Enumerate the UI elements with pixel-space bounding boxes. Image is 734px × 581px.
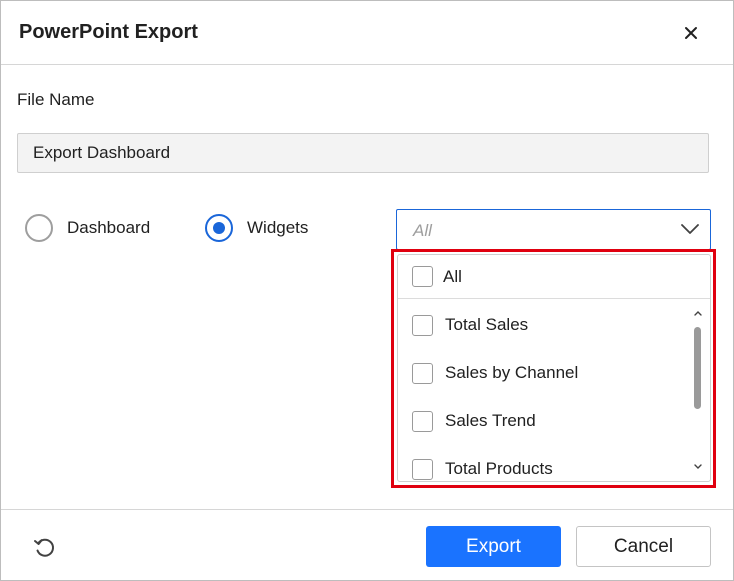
radio-dashboard[interactable]: Dashboard <box>25 214 150 242</box>
list-item[interactable]: Sales Trend <box>398 397 688 445</box>
item-label: Sales Trend <box>445 411 536 430</box>
widget-dropdown-popup: All Total Sales Sales by Channel Sales T… <box>397 254 711 482</box>
radio-widgets-label: Widgets <box>247 218 309 237</box>
item-checkbox[interactable] <box>412 410 433 432</box>
close-button[interactable] <box>677 19 705 47</box>
select-all-option[interactable]: All <box>398 255 710 299</box>
scroll-down-arrow-icon[interactable] <box>692 461 704 473</box>
widget-select-placeholder: All <box>413 221 432 240</box>
dialog-title: PowerPoint Export <box>19 21 198 43</box>
item-checkbox[interactable] <box>412 458 433 480</box>
chevron-down-icon[interactable] <box>681 223 699 235</box>
item-checkbox[interactable] <box>412 362 433 384</box>
item-label: Sales by Channel <box>445 363 579 382</box>
select-all-checkbox[interactable] <box>412 266 433 287</box>
list-item[interactable]: Total Products <box>398 445 688 481</box>
widget-multiselect[interactable]: All <box>396 209 711 250</box>
file-name-label: File Name <box>17 90 95 109</box>
dialog-header: PowerPoint Export <box>1 1 733 65</box>
cancel-button[interactable]: Cancel <box>576 526 711 567</box>
powerpoint-export-dialog: PowerPoint Export File Name Dashboard Wi… <box>0 0 734 581</box>
close-icon <box>685 27 697 39</box>
radio-widgets[interactable]: Widgets <box>205 214 308 242</box>
radio-dashboard-label: Dashboard <box>67 218 151 237</box>
list-item[interactable]: Total Sales <box>398 301 688 349</box>
item-label: Total Sales <box>445 315 529 334</box>
radio-widgets-circle[interactable] <box>205 214 233 242</box>
select-all-label: All <box>443 266 462 286</box>
export-button[interactable]: Export <box>426 526 561 567</box>
dialog-footer: Export Cancel <box>1 509 733 580</box>
radio-dashboard-circle[interactable] <box>25 214 53 242</box>
item-label: Total Products <box>445 459 553 478</box>
file-name-input[interactable] <box>17 133 709 173</box>
reset-button[interactable] <box>31 534 57 560</box>
scrollbar-thumb[interactable] <box>694 327 701 409</box>
reset-icon <box>34 538 54 557</box>
list-item[interactable]: Sales by Channel <box>398 349 688 397</box>
item-checkbox[interactable] <box>412 314 433 336</box>
scroll-up-arrow-icon[interactable] <box>692 307 704 319</box>
